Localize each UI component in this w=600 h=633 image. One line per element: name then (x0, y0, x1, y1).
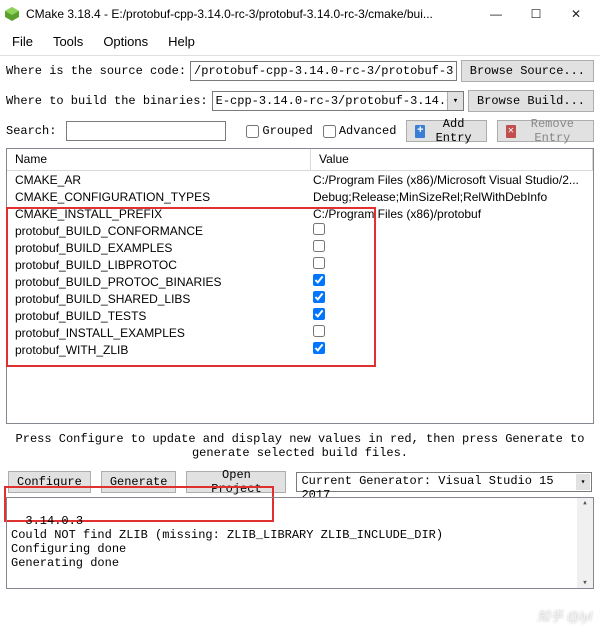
cell-name: protobuf_WITH_ZLIB (7, 343, 311, 357)
maximize-button[interactable]: ☐ (516, 1, 556, 27)
search-input[interactable] (66, 121, 226, 141)
menu-tools[interactable]: Tools (49, 32, 87, 51)
cell-name: protobuf_INSTALL_EXAMPLES (7, 326, 311, 340)
table-row[interactable]: protobuf_BUILD_LIBPROTOC (7, 256, 593, 273)
search-label: Search: (6, 124, 56, 138)
table-row[interactable]: protobuf_BUILD_CONFORMANCE (7, 222, 593, 239)
generate-button[interactable]: Generate (101, 471, 177, 493)
grouped-checkbox[interactable]: Grouped (246, 124, 312, 138)
column-name[interactable]: Name (7, 149, 311, 170)
source-input[interactable] (190, 61, 457, 81)
column-value[interactable]: Value (311, 149, 593, 170)
build-combo[interactable]: ▾ (212, 91, 464, 111)
build-input[interactable] (212, 91, 464, 111)
cell-value[interactable] (311, 325, 593, 340)
scrollbar[interactable]: ▴▾ (577, 498, 593, 588)
cell-value[interactable] (311, 342, 593, 357)
add-entry-button[interactable]: +Add Entry (406, 120, 487, 142)
cell-value[interactable]: Debug;Release;MinSizeRel;RelWithDebInfo (311, 190, 593, 204)
close-button[interactable]: ✕ (556, 1, 596, 27)
minimize-button[interactable]: — (476, 1, 516, 27)
option-checkbox[interactable] (313, 257, 325, 269)
cell-value[interactable] (311, 291, 593, 306)
remove-entry-button: ✕Remove Entry (497, 120, 594, 142)
cell-value[interactable]: C:/Program Files (x86)/protobuf (311, 207, 593, 221)
cell-value[interactable] (311, 240, 593, 255)
table-row[interactable]: CMAKE_CONFIGURATION_TYPESDebug;Release;M… (7, 188, 593, 205)
configure-button[interactable]: Configure (8, 471, 91, 493)
source-row: Where is the source code: Browse Source.… (0, 56, 600, 86)
cell-value[interactable] (311, 308, 593, 323)
table-row[interactable]: protobuf_BUILD_PROTOC_BINARIES (7, 273, 593, 290)
cell-name: protobuf_BUILD_LIBPROTOC (7, 258, 311, 272)
plus-icon: + (415, 125, 425, 138)
table-row[interactable]: protobuf_BUILD_EXAMPLES (7, 239, 593, 256)
cell-name: protobuf_BUILD_SHARED_LIBS (7, 292, 311, 306)
option-checkbox[interactable] (313, 291, 325, 303)
table-row[interactable]: protobuf_BUILD_SHARED_LIBS (7, 290, 593, 307)
menu-options[interactable]: Options (99, 32, 152, 51)
log-text: 3.14.0.3 Could NOT find ZLIB (missing: Z… (11, 514, 443, 570)
cell-name: protobuf_BUILD_CONFORMANCE (7, 224, 311, 238)
option-checkbox[interactable] (313, 325, 325, 337)
table-row[interactable]: protobuf_BUILD_TESTS (7, 307, 593, 324)
advanced-checkbox[interactable]: Advanced (323, 124, 397, 138)
build-row: Where to build the binaries: ▾ Browse Bu… (0, 86, 600, 116)
cell-name: protobuf_BUILD_TESTS (7, 309, 311, 323)
browse-build-button[interactable]: Browse Build... (468, 90, 594, 112)
option-checkbox[interactable] (313, 308, 325, 320)
table-row[interactable]: CMAKE_INSTALL_PREFIXC:/Program Files (x8… (7, 205, 593, 222)
build-label: Where to build the binaries: (6, 94, 208, 108)
cell-name: CMAKE_INSTALL_PREFIX (7, 207, 311, 221)
open-project-button[interactable]: Open Project (186, 471, 286, 493)
cell-name: CMAKE_AR (7, 173, 311, 187)
option-checkbox[interactable] (313, 342, 325, 354)
log-output[interactable]: 3.14.0.3 Could NOT find ZLIB (missing: Z… (6, 497, 594, 589)
scroll-down-icon[interactable]: ▾ (582, 578, 587, 588)
menu-help[interactable]: Help (164, 32, 199, 51)
option-checkbox[interactable] (313, 240, 325, 252)
generator-combo[interactable]: Current Generator: Visual Studio 15 2017… (296, 472, 592, 492)
table-row[interactable]: protobuf_INSTALL_EXAMPLES (7, 324, 593, 341)
cell-name: protobuf_BUILD_EXAMPLES (7, 241, 311, 255)
cell-value[interactable] (311, 257, 593, 272)
chevron-down-icon[interactable]: ▾ (447, 92, 463, 110)
source-label: Where is the source code: (6, 64, 186, 78)
option-checkbox[interactable] (313, 274, 325, 286)
instruction-text: Press Configure to update and display ne… (0, 426, 600, 467)
menu-bar: File Tools Options Help (0, 28, 600, 56)
cell-value[interactable] (311, 223, 593, 238)
cell-name: protobuf_BUILD_PROTOC_BINARIES (7, 275, 311, 289)
app-icon (4, 6, 20, 22)
watermark: 知乎 @lyl (537, 606, 592, 625)
cell-value[interactable] (311, 274, 593, 289)
table-row[interactable]: CMAKE_ARC:/Program Files (x86)/Microsoft… (7, 171, 593, 188)
cell-name: CMAKE_CONFIGURATION_TYPES (7, 190, 311, 204)
window-title: CMake 3.18.4 - E:/protobuf-cpp-3.14.0-rc… (26, 7, 476, 21)
chevron-down-icon: ▾ (576, 474, 590, 490)
menu-file[interactable]: File (8, 32, 37, 51)
table-row[interactable]: protobuf_WITH_ZLIB (7, 341, 593, 358)
cell-value[interactable]: C:/Program Files (x86)/Microsoft Visual … (311, 173, 593, 187)
option-checkbox[interactable] (313, 223, 325, 235)
search-row: Search: Grouped Advanced +Add Entry ✕Rem… (0, 116, 600, 146)
action-row: Configure Generate Open Project Current … (0, 467, 600, 497)
title-bar: CMake 3.18.4 - E:/protobuf-cpp-3.14.0-rc… (0, 0, 600, 28)
scroll-up-icon[interactable]: ▴ (582, 498, 587, 508)
x-icon: ✕ (506, 125, 516, 138)
browse-source-button[interactable]: Browse Source... (461, 60, 594, 82)
cache-table: Name Value CMAKE_ARC:/Program Files (x86… (6, 148, 594, 424)
